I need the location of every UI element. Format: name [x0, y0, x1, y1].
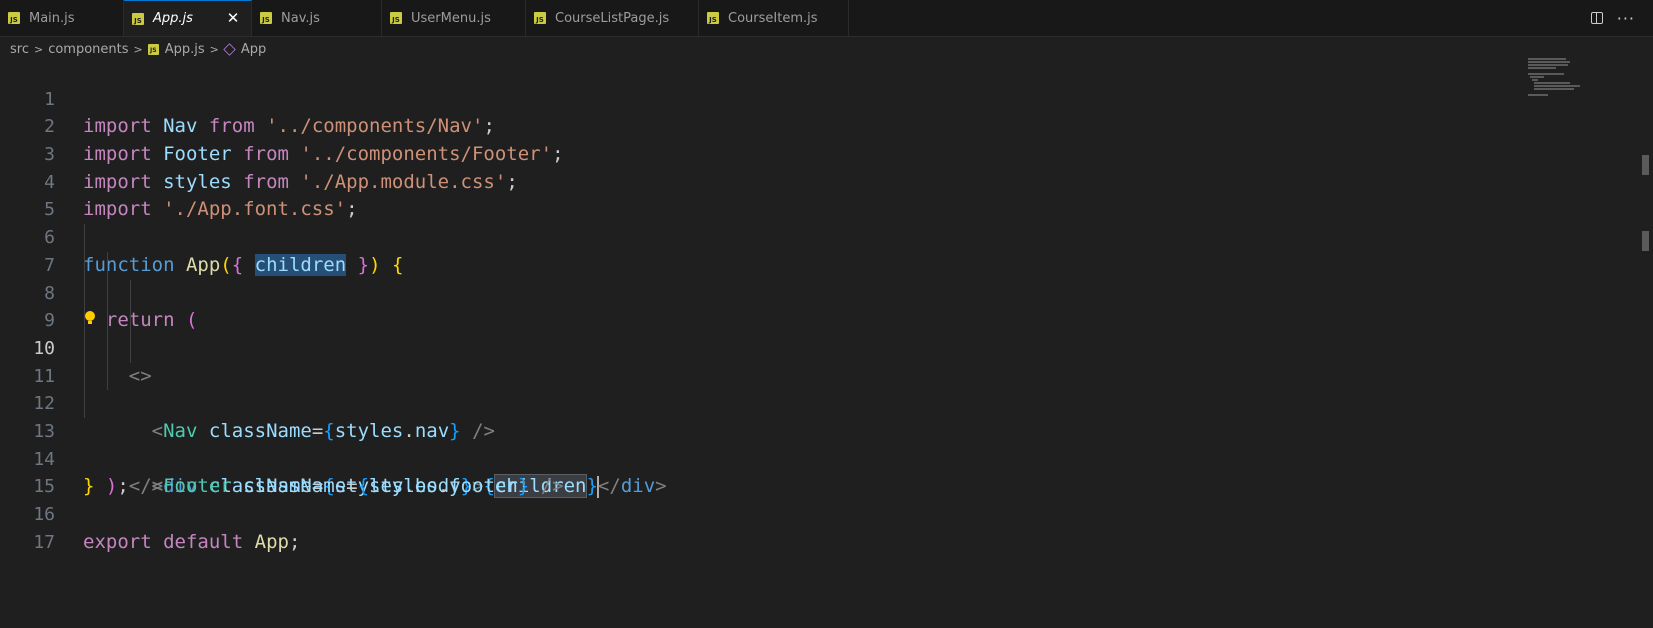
code-editor[interactable]: 1 import Nav from '../components/Nav'; 2…: [0, 58, 1440, 553]
tab-courseitem-js[interactable]: JS CourseItem.js: [699, 0, 849, 36]
chevron-right-icon: >: [133, 42, 143, 56]
tab-main-js[interactable]: JS Main.js: [0, 0, 124, 36]
code-line: 3 import styles from './App.module.css';: [0, 113, 1440, 193]
scrollbar-marker: [1642, 231, 1649, 251]
indent-guide: [130, 279, 131, 308]
more-actions-icon[interactable]: ···: [1617, 9, 1635, 28]
code-line: 9 <Nav className={styles.nav} />: [0, 279, 1440, 442]
code-line: 12 </>: [0, 362, 1440, 497]
indent-guide: [107, 307, 108, 335]
code-line: 17: [0, 501, 1440, 553]
indent-guide: [84, 362, 85, 391]
indent-guide: [84, 251, 85, 280]
code-line: 4 import './App.font.css';: [0, 141, 1440, 221]
js-file-icon: JS: [534, 12, 546, 24]
split-editor-icon[interactable]: [1590, 12, 1603, 24]
indent-guide: [107, 334, 108, 363]
indent-guide: [130, 307, 131, 335]
code-text: export default App;: [83, 530, 301, 553]
line-number: 17: [33, 531, 55, 553]
tab-label: CourseItem.js: [728, 10, 818, 26]
tab-label: App.js: [153, 11, 193, 26]
code-line: 6 function App({ children }) {: [0, 196, 1440, 276]
tab-label: CourseListPage.js: [555, 10, 670, 26]
breadcrumb-item-components[interactable]: components: [48, 42, 128, 57]
breadcrumb-item-src[interactable]: src: [10, 42, 29, 57]
tab-nav-js[interactable]: JS Nav.js: [252, 0, 382, 36]
breadcrumb: src > components > JS App.js > App: [10, 38, 266, 60]
indent-guide: [107, 279, 108, 308]
tab-courselistpage-js[interactable]: JS CourseListPage.js: [526, 0, 699, 36]
indent-guide: [84, 334, 85, 363]
indent-guide: [84, 279, 85, 308]
indent-guide: [84, 224, 85, 252]
symbol-function-icon: [223, 42, 236, 56]
indent-guide: [107, 251, 108, 280]
editor-tab-bar: JS Main.js JS App.js ✕ JS Nav.js JS User…: [0, 0, 1653, 37]
js-file-icon: JS: [390, 12, 402, 24]
code-line: 11 <Footer className={styles.footer} />: [0, 334, 1440, 497]
chevron-right-icon: >: [209, 42, 219, 56]
code-line: 2 import Footer from '../components/Foot…: [0, 86, 1440, 165]
tab-app-js[interactable]: JS App.js ✕: [124, 0, 252, 36]
code-line: 13 );: [0, 390, 1440, 497]
close-icon[interactable]: ✕: [225, 10, 241, 26]
code-line: 15: [0, 446, 1440, 497]
js-file-icon: JS: [8, 12, 20, 24]
js-file-icon: JS: [132, 12, 144, 25]
tab-label: Main.js: [29, 10, 75, 26]
lightbulb-icon[interactable]: [85, 311, 95, 325]
tab-label: UserMenu.js: [411, 10, 491, 26]
code-line: 8 <>: [0, 251, 1440, 387]
js-file-icon: JS: [260, 12, 272, 24]
code-line: 10 <div className={styles.body}>{childre…: [0, 307, 1440, 499]
tab-usermenu-js[interactable]: JS UserMenu.js: [382, 0, 526, 36]
minimap[interactable]: [1528, 58, 1638, 98]
editor-actions: ···: [1590, 0, 1635, 36]
breadcrumb-item-symbol[interactable]: App: [241, 42, 266, 57]
scrollbar-marker: [1642, 155, 1649, 175]
js-file-icon: JS: [707, 12, 719, 24]
chevron-right-icon: >: [33, 42, 44, 56]
code-line: 16 export default App;: [0, 473, 1440, 553]
code-line: 14 }: [0, 418, 1440, 498]
indent-guide: [107, 362, 108, 391]
vertical-scrollbar[interactable]: [1637, 58, 1651, 628]
code-line: 5: [0, 169, 1440, 220]
indent-guide: [130, 334, 131, 363]
indent-guide: [84, 390, 85, 418]
js-file-icon: JS: [147, 43, 159, 55]
tab-label: Nav.js: [281, 10, 320, 26]
code-line: 7 return (: [0, 224, 1440, 331]
code-line: 1 import Nav from '../components/Nav';: [0, 58, 1440, 138]
breadcrumb-item-file[interactable]: App.js: [165, 42, 205, 57]
